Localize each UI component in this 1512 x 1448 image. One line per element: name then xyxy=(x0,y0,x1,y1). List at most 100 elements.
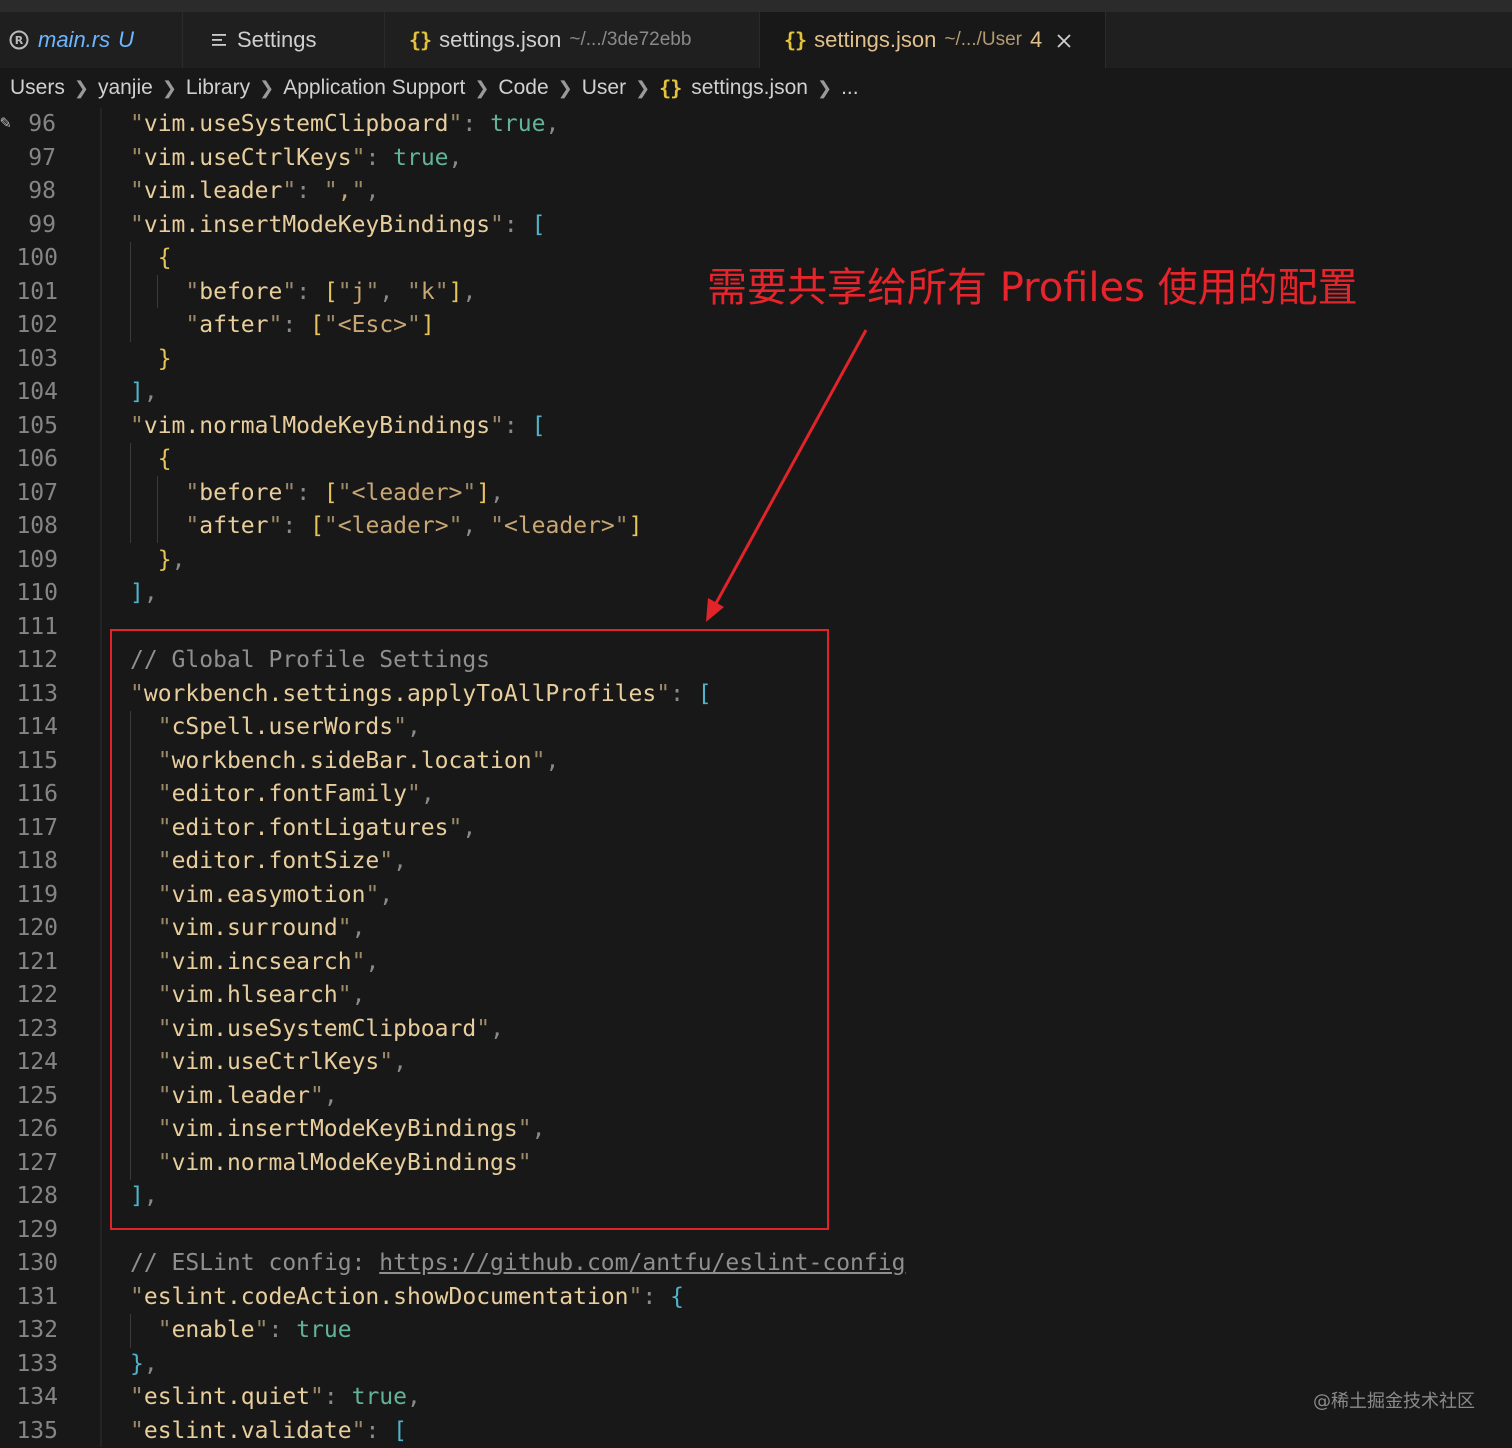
json-value: k xyxy=(421,279,435,305)
line-number: 105 xyxy=(0,410,58,444)
line-number: 133 xyxy=(0,1348,58,1382)
tab-settings-json-user[interactable]: {} settings.json ~/.../User 4 xyxy=(760,12,1106,68)
code-line: 115 "workbench.sideBar.location", xyxy=(0,745,1512,779)
code-line: 98 "vim.leader": ",", xyxy=(0,175,1512,209)
json-string: vim.surround xyxy=(172,915,338,941)
chevron-right-icon: ❯ xyxy=(635,78,650,99)
json-icon: {} xyxy=(784,28,806,52)
code-line: 114 "cSpell.userWords", xyxy=(0,711,1512,745)
json-key: after xyxy=(199,513,268,539)
code-line: 130 // ESLint config: https://github.com… xyxy=(0,1247,1512,1281)
json-string: vim.insertModeKeyBindings xyxy=(172,1116,518,1142)
line-content: "vim.useSystemClipboard": true, xyxy=(130,108,559,142)
line-content: "workbench.sideBar.location", xyxy=(130,745,559,779)
line-content: } xyxy=(130,343,172,377)
json-key: after xyxy=(199,312,268,338)
line-number: 115 xyxy=(0,745,58,779)
json-value: , xyxy=(338,178,352,204)
tab-label: settings.json xyxy=(814,27,936,53)
json-string: vim.incsearch xyxy=(172,949,352,975)
line-number: 101 xyxy=(0,276,58,310)
line-number: 126 xyxy=(0,1113,58,1147)
line-number: 110 xyxy=(0,577,58,611)
code-comment: // Global Profile Settings xyxy=(130,644,490,678)
json-string: editor.fontSize xyxy=(172,848,380,874)
json-key: before xyxy=(199,279,282,305)
code-line: 123 "vim.useSystemClipboard", xyxy=(0,1013,1512,1047)
line-content: "editor.fontSize", xyxy=(130,845,407,879)
line-content: "vim.normalModeKeyBindings": [ xyxy=(130,410,545,444)
code-line: 112 // Global Profile Settings xyxy=(0,644,1512,678)
svg-text:R: R xyxy=(15,34,24,47)
chevron-right-icon: ❯ xyxy=(74,78,89,99)
breadcrumb-item[interactable]: yanjie xyxy=(98,76,153,100)
line-number: 128 xyxy=(0,1180,58,1214)
json-string: vim.easymotion xyxy=(172,882,366,908)
line-number: 121 xyxy=(0,946,58,980)
line-content: "editor.fontLigatures", xyxy=(130,812,476,846)
code-line: 103 } xyxy=(0,343,1512,377)
breadcrumb: Users ❯ yanjie ❯ Library ❯ Application S… xyxy=(0,68,1512,108)
comment-link[interactable]: https://github.com/antfu/eslint-config xyxy=(379,1250,905,1276)
breadcrumb-item[interactable]: Users xyxy=(10,76,65,100)
line-number: 116 xyxy=(0,778,58,812)
code-line: 102 "after": ["<Esc>"] xyxy=(0,309,1512,343)
line-content: "vim.hlsearch", xyxy=(130,979,365,1013)
line-number: 131 xyxy=(0,1281,58,1315)
chevron-right-icon: ❯ xyxy=(162,78,177,99)
line-content: "enable": true xyxy=(130,1314,352,1348)
tab-settings-json-profile[interactable]: {} settings.json ~/.../3de72ebb xyxy=(385,12,760,68)
json-key: enable xyxy=(172,1317,255,1343)
json-value: <leader> xyxy=(352,480,463,506)
line-content: "after": ["<Esc>"] xyxy=(130,309,435,343)
code-line: 120 "vim.surround", xyxy=(0,912,1512,946)
line-number: 120 xyxy=(0,912,58,946)
tab-label: main.rs xyxy=(38,27,110,53)
code-line: 117 "editor.fontLigatures", xyxy=(0,812,1512,846)
code-line: 107 "before": ["<leader>"], xyxy=(0,477,1512,511)
breadcrumb-item[interactable]: Library xyxy=(186,76,250,100)
window-top-strip xyxy=(0,0,1512,12)
breadcrumb-item[interactable]: User xyxy=(582,76,626,100)
line-number: 112 xyxy=(0,644,58,678)
line-number: 125 xyxy=(0,1080,58,1114)
line-number: 117 xyxy=(0,812,58,846)
code-comment: // ESLint config: xyxy=(130,1250,379,1276)
chevron-right-icon: ❯ xyxy=(259,78,274,99)
code-line: 132 "enable": true xyxy=(0,1314,1512,1348)
line-content: ], xyxy=(130,376,158,410)
json-key: eslint.validate xyxy=(144,1418,352,1444)
line-content: "vim.incsearch", xyxy=(130,946,379,980)
line-number: 114 xyxy=(0,711,58,745)
json-value: true xyxy=(296,1317,351,1343)
line-content: }, xyxy=(130,1348,158,1382)
chevron-right-icon: ❯ xyxy=(817,78,832,99)
line-number: 135 xyxy=(0,1415,58,1448)
line-content: "vim.insertModeKeyBindings": [ xyxy=(130,209,545,243)
json-key: vim.leader xyxy=(144,178,282,204)
line-number: 106 xyxy=(0,443,58,477)
breadcrumb-item[interactable]: settings.json xyxy=(691,76,808,100)
tab-settings[interactable]: Settings xyxy=(183,12,385,68)
line-number: 100 xyxy=(0,242,58,276)
editor-tab-bar: R main.rs U Settings {} settings.json ~/… xyxy=(0,12,1512,68)
code-line: 104 ], xyxy=(0,376,1512,410)
line-content: "before": ["<leader>"], xyxy=(130,477,504,511)
breadcrumb-item[interactable]: Application Support xyxy=(283,76,465,100)
line-number: 107 xyxy=(0,477,58,511)
line-number: 123 xyxy=(0,1013,58,1047)
breadcrumb-item[interactable]: Code xyxy=(498,76,548,100)
tab-main-rs[interactable]: R main.rs U xyxy=(0,12,183,68)
json-key: vim.useSystemClipboard xyxy=(144,111,449,137)
line-content: "vim.normalModeKeyBindings" xyxy=(130,1147,532,1181)
line-content: "eslint.quiet": true, xyxy=(130,1381,421,1415)
line-number: 129 xyxy=(0,1214,58,1248)
line-number: 122 xyxy=(0,979,58,1013)
json-icon: {} xyxy=(659,76,681,100)
code-line: 116 "editor.fontFamily", xyxy=(0,778,1512,812)
json-string: vim.leader xyxy=(172,1083,310,1109)
close-icon[interactable] xyxy=(1052,25,1076,56)
line-content: "vim.easymotion", xyxy=(130,879,393,913)
line-number: 127 xyxy=(0,1147,58,1181)
breadcrumb-item[interactable]: ... xyxy=(841,76,859,100)
